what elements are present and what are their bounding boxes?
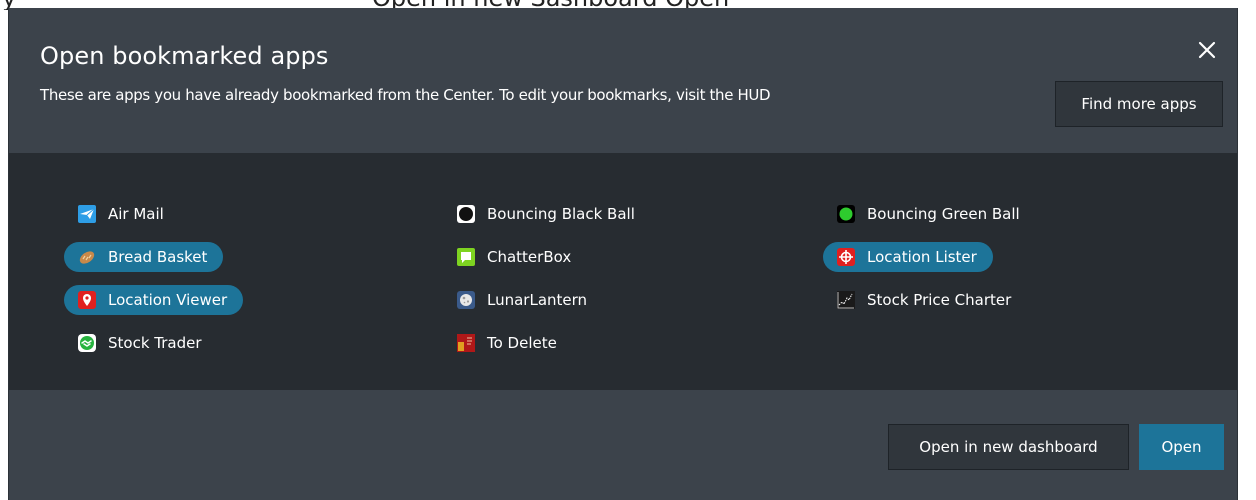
app-label: Bouncing Green Ball xyxy=(867,205,1020,223)
dialog-footer: Open in new dashboard Open xyxy=(9,390,1237,500)
close-button[interactable] xyxy=(1195,38,1219,62)
app-label: Air Mail xyxy=(108,205,164,223)
open-bookmarked-apps-dialog: Open bookmarked apps These are apps you … xyxy=(8,8,1238,500)
app-label: LunarLantern xyxy=(487,291,588,309)
app-item-to-delete[interactable]: To Delete xyxy=(443,328,573,358)
dialog-header: Open bookmarked apps These are apps you … xyxy=(9,8,1237,153)
dialog-title: Open bookmarked apps xyxy=(40,42,329,70)
app-label: Bread Basket xyxy=(108,248,208,266)
app-item-stock-price-charter[interactable]: Stock Price Charter xyxy=(823,285,1027,315)
app-label: Location Lister xyxy=(867,248,977,266)
air-mail-icon xyxy=(78,205,96,223)
moon-icon xyxy=(457,291,475,309)
map-pin-icon xyxy=(78,291,96,309)
handshake-icon xyxy=(78,334,96,352)
app-item-bread-basket[interactable]: Bread Basket xyxy=(64,242,224,272)
app-item-bouncing-green-ball[interactable]: Bouncing Green Ball xyxy=(823,199,1036,229)
app-item-location-lister[interactable]: Location Lister xyxy=(823,242,993,272)
app-label: Stock Price Charter xyxy=(867,291,1012,309)
black-ball-icon xyxy=(457,205,475,223)
open-button[interactable]: Open xyxy=(1139,424,1224,470)
dialog-subtitle: These are apps you have already bookmark… xyxy=(40,86,771,104)
bookmarked-apps-grid: Air Mail Bouncing Black Ball Bouncing Gr… xyxy=(9,153,1237,390)
close-icon xyxy=(1198,41,1216,59)
app-item-lunarlantern[interactable]: LunarLantern xyxy=(443,285,603,315)
open-in-new-dashboard-button[interactable]: Open in new dashboard xyxy=(888,424,1129,470)
bread-icon xyxy=(78,248,96,266)
crosshair-icon xyxy=(837,248,855,266)
app-label: ChatterBox xyxy=(487,248,572,266)
app-item-chatterbox[interactable]: ChatterBox xyxy=(443,242,587,272)
stock-chart-icon xyxy=(837,291,855,309)
app-item-bouncing-black-ball[interactable]: Bouncing Black Ball xyxy=(443,199,651,229)
find-more-apps-button[interactable]: Find more apps xyxy=(1055,81,1223,127)
app-label: Bouncing Black Ball xyxy=(487,205,635,223)
app-item-air-mail[interactable]: Air Mail xyxy=(64,199,180,229)
app-item-location-viewer[interactable]: Location Viewer xyxy=(64,285,244,315)
chat-icon xyxy=(457,248,475,266)
book-icon xyxy=(457,334,475,352)
green-ball-icon xyxy=(837,205,855,223)
app-label: To Delete xyxy=(487,334,557,352)
app-label: Location Viewer xyxy=(108,291,228,309)
app-item-stock-trader[interactable]: Stock Trader xyxy=(64,328,218,358)
app-label: Stock Trader xyxy=(108,334,202,352)
